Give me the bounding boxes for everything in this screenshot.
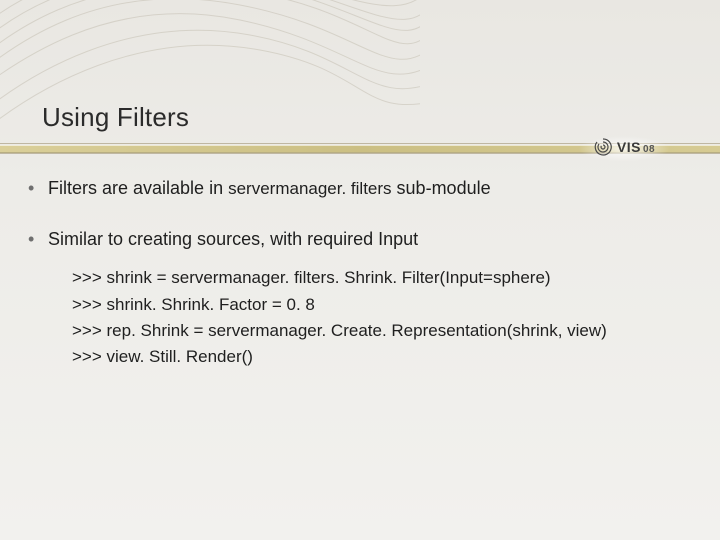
bullet-text-pre: Filters are available in — [48, 178, 228, 198]
bullet-item: • Similar to creating sources, with requ… — [28, 227, 692, 251]
bullet-marker: • — [28, 176, 34, 200]
logo-swirl-icon — [593, 137, 613, 157]
logo-vis08: VIS08 — [564, 130, 684, 164]
code-text: shrink = servermanager. filters. Shrink.… — [107, 268, 551, 287]
code-prompt: >>> — [72, 321, 107, 340]
code-text: view. Still. Render() — [107, 347, 253, 366]
slide: Using Filters VIS08 • Filters are availa… — [0, 0, 720, 540]
code-prompt: >>> — [72, 268, 107, 287]
code-line: >>> view. Still. Render() — [72, 344, 692, 370]
logo-text: VIS — [617, 139, 641, 155]
bullet-item: • Filters are available in servermanager… — [28, 176, 692, 201]
code-line: >>> rep. Shrink = servermanager. Create.… — [72, 318, 692, 344]
bullet-marker: • — [28, 227, 34, 251]
slide-title: Using Filters — [42, 102, 189, 133]
code-block: >>> shrink = servermanager. filters. Shr… — [72, 265, 692, 370]
code-prompt: >>> — [72, 295, 107, 314]
code-prompt: >>> — [72, 347, 107, 366]
logo-year: 08 — [643, 144, 655, 155]
code-line: >>> shrink. Shrink. Factor = 0. 8 — [72, 292, 692, 318]
slide-body: • Filters are available in servermanager… — [28, 176, 692, 371]
code-line: >>> shrink = servermanager. filters. Shr… — [72, 265, 692, 291]
bullet-text-pre: Similar to creating sources, with requir… — [48, 229, 418, 249]
bullet-text-code: servermanager. filters — [228, 179, 391, 198]
code-text: shrink. Shrink. Factor = 0. 8 — [107, 295, 315, 314]
bullet-text-post: sub-module — [392, 178, 491, 198]
code-text: rep. Shrink = servermanager. Create. Rep… — [107, 321, 607, 340]
